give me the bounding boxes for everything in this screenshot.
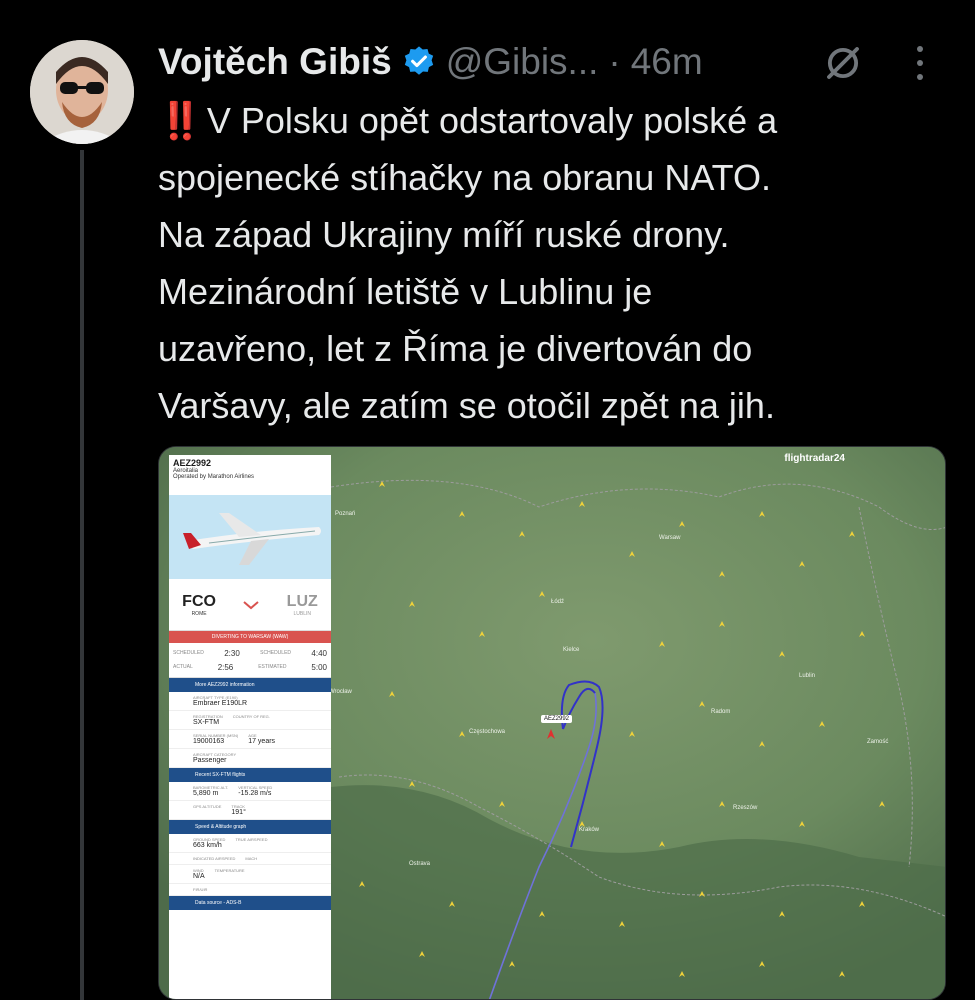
city-label: Warsaw <box>659 535 681 541</box>
ground-speed-value: 663 km/h <box>193 842 222 849</box>
fir-label: FIR/UIR <box>193 887 208 892</box>
mute-icon[interactable] <box>822 42 864 84</box>
double-exclamation-emoji: ‼️ <box>158 100 203 141</box>
timestamp[interactable]: 46m <box>631 41 703 83</box>
panel-header: AEZ2992 Aeroitalia Operated by Marathon … <box>169 455 331 495</box>
avatar[interactable] <box>30 40 134 144</box>
city-label: Łódź <box>551 599 565 605</box>
tweet-line-5: uzavřeno, let z Říma je divertován do <box>158 328 753 369</box>
city-label: Kielce <box>563 647 580 653</box>
tweet-line-4: Mezinárodní letiště v Lublinu je <box>158 271 653 312</box>
origin-city: ROME <box>191 610 207 617</box>
altitude-field: BAROMETRIC ALT. 5,890 m VERTICAL SPEED -… <box>169 782 331 801</box>
baro-value: 5,890 m <box>193 790 219 797</box>
age-value: 17 years <box>248 738 276 745</box>
city-label: Rzeszów <box>733 805 758 811</box>
scheduled-label: SCHEDULED <box>173 650 204 656</box>
divert-status-banner: DIVERTING TO WARSAW (WAW) <box>169 631 331 643</box>
destination-code: LUZ <box>286 592 318 610</box>
author-handle[interactable]: @Gibis... <box>446 41 599 83</box>
city-label: Częstochowa <box>469 729 506 735</box>
city-label: Lublin <box>799 673 816 679</box>
ias-label: INDICATED AIRSPEED <box>193 856 236 861</box>
tweet-line-6: Varšavy, ale zatím se otočil zpět na jih… <box>158 385 775 426</box>
destination-city: LUBLIN <box>293 610 311 617</box>
flight-info-panel: AEZ2992 Aeroitalia Operated by Marathon … <box>169 455 331 999</box>
speed-graph-bar: Speed & Altitude graph <box>169 820 331 834</box>
city-label: Poznań <box>335 511 356 517</box>
aircraft-photo <box>169 495 331 579</box>
wind-value: N/A <box>193 873 205 880</box>
aircraft-field: AIRCRAFT TYPE (E190) Embraer E190LR <box>169 692 331 711</box>
origin-code: FCO <box>182 592 216 610</box>
scheduled-label: SCHEDULED <box>260 650 292 656</box>
speed-field: GROUND SPEED 663 km/h TRUE AIRSPEED <box>169 834 331 853</box>
tweet-line-2: spojenecké stíhačky na obranu NATO. <box>158 157 772 198</box>
data-source-bar: Data source - ADS-B <box>169 896 331 910</box>
serial-value: 19000163 <box>193 738 225 745</box>
flightradar24-logo: flightradar24 <box>784 453 845 464</box>
track-field: GPS ALTITUDE TRACK 191° <box>169 801 331 820</box>
country-label: COUNTRY OF REG. <box>232 714 270 719</box>
registration-value: SX-FTM <box>193 719 220 726</box>
recent-flights-bar: Recent SX-FTM flights <box>169 768 331 782</box>
arr-estimated: 5:00 <box>311 662 327 672</box>
separator-dot: · <box>608 41 621 82</box>
dep-scheduled: 2:30 <box>224 648 240 658</box>
aircraft-value: Embraer E190LR <box>193 700 248 707</box>
times-table: SCHEDULED 2:30 SCHEDULED 4:40 ACTUAL 2:5… <box>169 643 331 678</box>
avatar-image-icon <box>30 40 134 144</box>
vspeed-value: -15.28 m/s <box>238 790 272 797</box>
tweet-line-3: Na západ Ukrajiny míří ruské drony. <box>158 214 730 255</box>
tweet-media-image[interactable]: flightradar24 AEZ2992 Poznań Warsaw Łódź… <box>158 446 946 1000</box>
airspeed-field: INDICATED AIRSPEED MACH <box>169 853 331 865</box>
city-label: Zamość <box>867 739 889 745</box>
serial-field: SERIAL NUMBER (MSN) 19000163 AGE 17 year… <box>169 730 331 749</box>
more-info-bar: More AEZ2992 information <box>169 678 331 692</box>
city-label: Ostrava <box>409 861 431 867</box>
thread-line <box>80 150 84 1000</box>
flight-id: AEZ2992 <box>173 458 212 468</box>
more-options-icon[interactable] <box>910 46 930 80</box>
route-row: FCO ROME LUZ LUBLIN <box>169 579 331 631</box>
aircraft-tag: AEZ2992 <box>541 715 573 723</box>
tweet-text: ‼️ V Polsku opět odstartovaly polské a sp… <box>158 92 958 434</box>
city-label: Kraków <box>579 827 600 833</box>
city-label: Radom <box>711 709 731 715</box>
tweet-line-1: V Polsku opět odstartovaly polské a <box>206 100 778 141</box>
track-value: 191° <box>231 809 246 816</box>
category-value: Passenger <box>193 757 227 764</box>
gps-label: GPS ALTITUDE <box>193 804 222 809</box>
wind-field: WIND N/A TEMPERATURE <box>169 865 331 884</box>
airplane-photo-icon <box>169 495 331 579</box>
actual-label: ACTUAL <box>173 664 193 670</box>
mach-label: MACH <box>245 856 258 861</box>
divert-arrow-icon <box>243 600 259 609</box>
author-name[interactable]: Vojtěch Gibiš <box>158 41 392 83</box>
temperature-label: TEMPERATURE <box>214 868 245 873</box>
true-airspeed-label: TRUE AIRSPEED <box>235 837 268 842</box>
category-field: AIRCRAFT CATEGORY Passenger <box>169 749 331 768</box>
registration-field: REGISTRATION SX-FTM COUNTRY OF REG. <box>169 711 331 730</box>
operator-name: Operated by Marathon Airlines <box>173 474 255 480</box>
dep-actual: 2:56 <box>217 662 234 672</box>
arr-scheduled: 4:40 <box>311 648 327 658</box>
tweet-header: Vojtěch Gibiš @Gibis... · 46m <box>158 36 958 88</box>
verified-badge-icon <box>404 46 433 75</box>
fir-field: FIR/UIR <box>169 884 331 896</box>
estimated-label: ESTIMATED <box>258 664 287 670</box>
city-label: Wrocław <box>329 689 352 695</box>
